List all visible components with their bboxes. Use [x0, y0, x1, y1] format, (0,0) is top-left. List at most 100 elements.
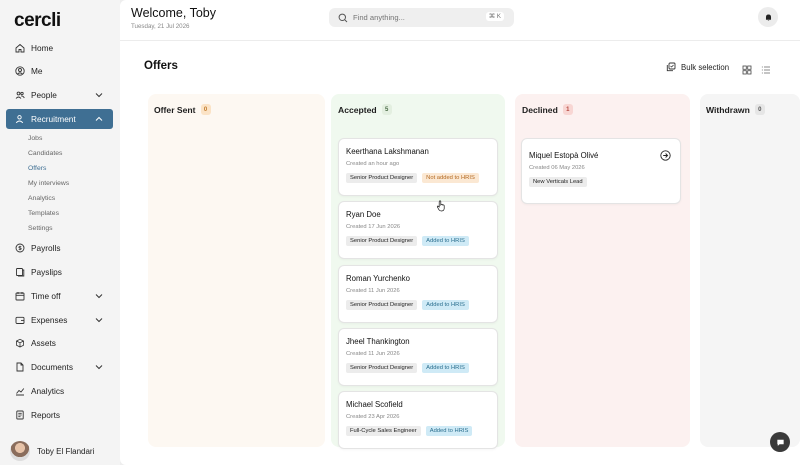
offer-card[interactable]: Keerthana Lakshmanan Created an hour ago…: [338, 138, 498, 196]
column-header: Accepted 5: [338, 104, 392, 115]
box-icon: [15, 338, 25, 348]
sidebar-item-people[interactable]: People: [6, 85, 113, 105]
candidate-name: Keerthana Lakshmanan: [346, 147, 429, 156]
column-title: Offer Sent: [154, 104, 196, 115]
sidebar-item-documents[interactable]: Documents: [6, 357, 113, 377]
logo: cercli: [14, 10, 61, 31]
hris-status-badge: Added to HRIS: [422, 236, 469, 246]
chat-button[interactable]: [770, 432, 790, 452]
sidebar-item-label: Assets: [31, 338, 56, 348]
search-icon: [338, 13, 348, 22]
column-count: 0: [200, 104, 211, 115]
chevron-down-icon: [95, 365, 103, 370]
sidebar-sub-templates[interactable]: Templates: [28, 210, 59, 217]
sidebar-item-label: People: [31, 90, 57, 100]
sidebar-sub-candidates[interactable]: Candidates: [28, 150, 62, 157]
column-count: 5: [381, 104, 392, 115]
main-panel: Welcome, Toby Tuesday, 21 Jul 2026 ⌘ K O…: [120, 0, 800, 465]
column-accepted: Accepted 5 Keerthana Lakshmanan Created …: [331, 94, 505, 449]
home-icon: [15, 43, 25, 53]
arrow-right-circle-icon: [660, 150, 671, 161]
column-header: Offer Sent 0: [154, 104, 211, 115]
candidate-name: Jheel Thankington: [346, 337, 410, 346]
open-offer-button[interactable]: [660, 148, 671, 161]
wallet-icon: [15, 315, 25, 325]
sidebar-sub-settings[interactable]: Settings: [28, 225, 53, 232]
header-divider: [120, 40, 800, 41]
column-title: Declined: [522, 104, 558, 115]
chart-icon: [15, 386, 25, 396]
sidebar-item-label: Time off: [31, 291, 61, 301]
sidebar-sub-jobs[interactable]: Jobs: [28, 135, 42, 142]
people-icon: [15, 90, 25, 100]
hris-status-badge: Added to HRIS: [422, 300, 469, 310]
search-bar[interactable]: ⌘ K: [329, 8, 514, 27]
created-date: Created 17 Jun 2026: [346, 224, 401, 230]
bulk-selection-button[interactable]: Bulk selection: [666, 62, 729, 72]
sidebar-item-label: Recruitment: [31, 114, 76, 124]
offer-card[interactable]: Michael Scofield Created 23 Apr 2026 Ful…: [338, 391, 498, 449]
role-tag: Senior Product Designer: [346, 300, 418, 310]
sidebar: cercli Home Me People Recruitment Jobs C…: [0, 0, 120, 465]
column-header: Withdrawn 0: [706, 104, 765, 115]
chevron-down-icon: [95, 93, 103, 98]
offer-card[interactable]: Miquel Estopà Olivé Created 06 May 2026 …: [521, 138, 681, 204]
grid-icon: [742, 65, 752, 75]
user-profile[interactable]: Toby El Flandari: [10, 441, 94, 461]
created-date: Created 06 May 2026: [529, 165, 585, 171]
sidebar-item-payrolls[interactable]: Payrolls: [6, 238, 113, 258]
greeting: Welcome, Toby: [131, 6, 216, 20]
sidebar-item-analytics[interactable]: Analytics: [6, 381, 113, 401]
sidebar-sub-offers[interactable]: Offers: [28, 165, 46, 172]
chat-icon: [776, 439, 784, 446]
offer-card[interactable]: Ryan Doe Created 17 Jun 2026 Senior Prod…: [338, 201, 498, 259]
sidebar-item-label: Expenses: [31, 315, 68, 325]
bulk-selection-label: Bulk selection: [681, 62, 730, 72]
chevron-down-icon: [95, 318, 103, 323]
list-view-button[interactable]: [761, 62, 771, 74]
column-header: Declined 1: [522, 104, 573, 115]
hris-status-badge: Added to HRIS: [422, 363, 469, 373]
sidebar-sub-my-interviews[interactable]: My interviews: [28, 180, 69, 187]
column-title: Withdrawn: [706, 104, 750, 115]
column-count: 1: [562, 104, 573, 115]
candidate-name: Roman Yurchenko: [346, 274, 411, 283]
sidebar-item-label: Analytics: [31, 386, 65, 396]
created-date: Created 11 Jun 2026: [346, 288, 400, 294]
offer-card[interactable]: Roman Yurchenko Created 11 Jun 2026 Seni…: [338, 265, 498, 323]
grid-view-button[interactable]: [742, 62, 752, 75]
current-date: Tuesday, 21 Jul 2026: [131, 23, 190, 30]
sidebar-item-time-off[interactable]: Time off: [6, 286, 113, 306]
column-offer-sent: Offer Sent 0: [148, 94, 325, 447]
sidebar-item-expenses[interactable]: Expenses: [6, 310, 113, 330]
search-input[interactable]: [353, 13, 473, 22]
sidebar-item-me[interactable]: Me: [6, 61, 113, 81]
sidebar-item-label: Payrolls: [31, 243, 61, 253]
sidebar-item-label: Documents: [31, 362, 73, 372]
list-icon: [761, 66, 770, 74]
payroll-icon: [15, 243, 25, 253]
user-circle-icon: [15, 66, 25, 76]
sidebar-item-recruitment[interactable]: Recruitment: [6, 109, 113, 129]
notifications-button[interactable]: [758, 7, 778, 27]
bulk-select-icon: [666, 62, 676, 72]
role-tag: Senior Product Designer: [346, 236, 418, 246]
sidebar-item-payslips[interactable]: Payslips: [6, 262, 113, 282]
created-date: Created 23 Apr 2026: [346, 414, 400, 420]
created-date: Created an hour ago: [346, 161, 400, 167]
candidate-name: Ryan Doe: [346, 210, 381, 219]
calendar-icon: [15, 291, 25, 301]
sidebar-item-label: Payslips: [31, 267, 62, 277]
chevron-down-icon: [95, 294, 103, 299]
sidebar-item-reports[interactable]: Reports: [6, 405, 113, 425]
search-shortcut: ⌘ K: [485, 12, 504, 21]
offer-card[interactable]: Jheel Thankington Created 11 Jun 2026 Se…: [338, 328, 498, 386]
sidebar-item-home[interactable]: Home: [6, 38, 113, 58]
role-tag: Senior Product Designer: [346, 173, 418, 183]
hris-status-badge: Added to HRIS: [425, 426, 473, 436]
sidebar-sub-analytics[interactable]: Analytics: [28, 195, 55, 202]
sidebar-item-assets[interactable]: Assets: [6, 333, 113, 353]
recruitment-icon: [15, 114, 25, 124]
column-title: Accepted: [338, 104, 377, 115]
column-withdrawn: Withdrawn 0: [700, 94, 800, 447]
